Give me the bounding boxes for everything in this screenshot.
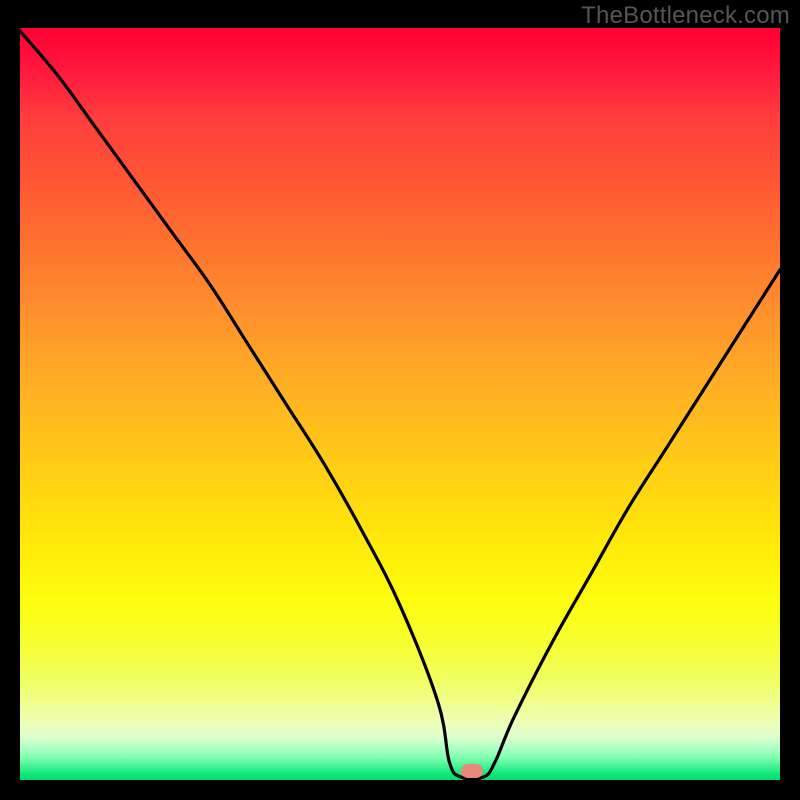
- plot-area: [20, 28, 780, 780]
- watermark-text: TheBottleneck.com: [581, 2, 790, 30]
- chart-frame: TheBottleneck.com line: [0, 0, 800, 800]
- bottleneck-curve: [20, 31, 780, 779]
- curve-svg: [20, 28, 780, 780]
- minimum-marker: [461, 764, 483, 778]
